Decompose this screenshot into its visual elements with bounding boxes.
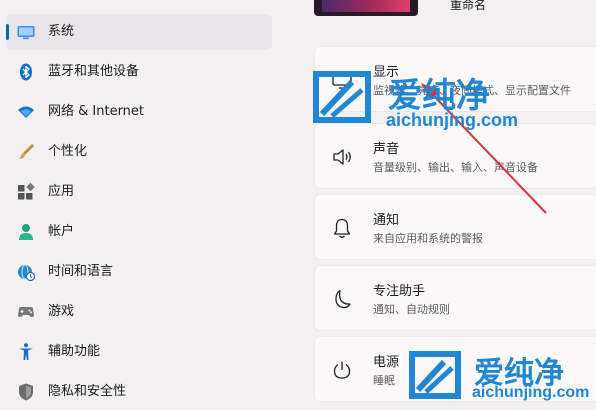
watermark-logo-icon (313, 71, 371, 123)
watermark-url: aichunjing.com (472, 384, 590, 401)
watermark-logo-icon (409, 351, 461, 399)
annotation-arrow (421, 83, 547, 214)
watermark-url: aichunjing.com (386, 110, 519, 130)
